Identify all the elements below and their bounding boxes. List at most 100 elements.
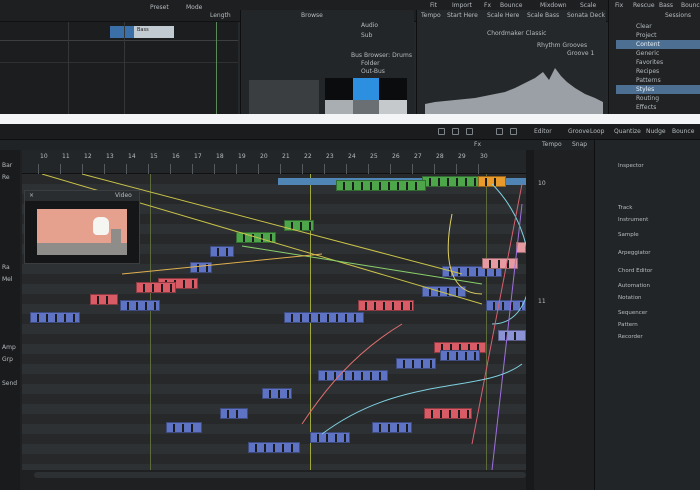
top-tab-sessions[interactable]: Sessions	[665, 12, 691, 20]
ruler-tick-label: 13	[106, 153, 114, 160]
wave-header-scale-bass[interactable]: Scale Bass	[527, 12, 559, 20]
sidebar-item-generic[interactable]: Generic	[616, 49, 700, 58]
subtoolbar-snap[interactable]: Snap	[572, 141, 587, 149]
inspector-item[interactable]: Instrument	[596, 216, 700, 225]
subtoolbar-fx[interactable]: Fx	[474, 141, 481, 149]
header-item-import[interactable]: Import	[452, 2, 472, 10]
toolbar-groove[interactable]: Groove	[568, 128, 590, 136]
header-item-bounce[interactable]: Bounce	[500, 2, 522, 10]
left-strip-mel[interactable]: Mel	[2, 276, 13, 284]
top-control-length[interactable]: Length	[210, 12, 231, 20]
toolbar-nudge[interactable]: Nudge	[646, 128, 666, 136]
header-item-fx[interactable]: Fx	[484, 2, 491, 10]
ruler-tick	[346, 164, 347, 174]
left-strip-grp[interactable]: Grp	[2, 356, 13, 364]
inspector-item[interactable]: Pattern	[596, 321, 700, 330]
toolbar-quantize[interactable]: Quantize	[614, 128, 641, 136]
pad-thumb[interactable]	[379, 100, 407, 114]
ruler-tick-label: 28	[436, 153, 444, 160]
ruler-tick-label: 24	[348, 153, 356, 160]
header-item-fit[interactable]: Fit	[430, 2, 437, 10]
left-strip-ra[interactable]: Ra	[2, 264, 10, 272]
ruler-tick-label: 27	[414, 153, 422, 160]
wave-sub-rhythm[interactable]: Rhythm Grooves	[537, 42, 587, 50]
inspector-item[interactable]: Chord Editor	[596, 267, 700, 276]
sidebar-item-routing[interactable]: Routing	[616, 94, 700, 103]
left-strip-send[interactable]: Send	[2, 380, 17, 388]
inspector-item[interactable]: Recorder	[596, 333, 700, 342]
sidebar-item-patterns[interactable]: Patterns	[616, 76, 700, 85]
wave-header-tempo[interactable]: Tempo	[421, 12, 441, 20]
top-tab-bass[interactable]: Bass	[659, 2, 673, 10]
inspector-item[interactable]: Sequencer	[596, 309, 700, 318]
browser-item-bus[interactable]: Bus Browser: Drums	[351, 52, 412, 60]
header-item-mixdown[interactable]: Mixdown	[540, 2, 567, 10]
inspector-item[interactable]: Inspector	[596, 162, 700, 171]
subtoolbar-tempo[interactable]: Tempo	[542, 141, 562, 149]
video-titlebar[interactable]: Video ×	[25, 191, 139, 201]
wave-header-deck[interactable]: Sonata Deck	[567, 12, 605, 20]
top-tab-fix[interactable]: Fix	[615, 2, 623, 10]
pad-thumb[interactable]	[353, 100, 379, 114]
left-strip-amp[interactable]: Amp	[2, 344, 16, 352]
close-icon[interactable]: ×	[29, 192, 34, 200]
arrange-scroll-v[interactable]	[526, 150, 534, 490]
ruler-tick	[170, 164, 171, 174]
sidebar-item-project[interactable]: Project	[616, 31, 700, 40]
video-frame	[37, 209, 127, 255]
browser-item-sub[interactable]: Sub	[361, 32, 372, 40]
wave-sub-chordmaker[interactable]: Chordmaker Classic	[487, 30, 546, 38]
ruler-tick-label: 11	[62, 153, 70, 160]
automation-curve	[491, 203, 523, 470]
pad-thumb[interactable]	[325, 78, 353, 100]
top-tab-bounce[interactable]: Bounce	[681, 2, 700, 10]
sidebar-item-clear[interactable]: Clear	[616, 22, 700, 31]
top-control-mode[interactable]: Mode	[186, 4, 202, 12]
left-strip-re[interactable]: Re	[2, 174, 10, 182]
browser-item-audio[interactable]: Audio	[361, 22, 378, 30]
ruler-tick	[236, 164, 237, 174]
inspector-item[interactable]: Sample	[596, 231, 700, 240]
browser-item-outbus[interactable]: Out-Bus	[361, 68, 385, 76]
record-icon[interactable]	[452, 128, 459, 135]
left-strip-bar[interactable]: Bar	[2, 162, 12, 170]
sidebar-item-content[interactable]: Content	[616, 40, 700, 49]
wave-sub-groove[interactable]: Groove 1	[567, 50, 594, 58]
top-tab-rescue[interactable]: Rescue	[633, 2, 655, 10]
punch-icon[interactable]	[466, 128, 473, 135]
top-clip-bass[interactable]: Bass	[134, 26, 174, 38]
browser-item-folder[interactable]: Folder	[361, 60, 380, 68]
sidebar-item-styles[interactable]: Styles	[616, 85, 700, 94]
grid-line	[68, 22, 69, 114]
toolbar-editor[interactable]: Editor	[534, 128, 552, 136]
sidebar-item-favorites[interactable]: Favorites	[616, 58, 700, 67]
grid-icon[interactable]	[510, 128, 517, 135]
inspector-item[interactable]: Automation	[596, 282, 700, 291]
toolbar-bounce[interactable]: Bounce	[672, 128, 694, 136]
header-item-scale[interactable]: Scale	[580, 2, 596, 10]
loop-icon[interactable]	[496, 128, 503, 135]
wave-header-scale[interactable]: Scale Here	[487, 12, 519, 20]
timeline-ruler[interactable]: 10 11 12 13 14 15 16 17 18 19 20 21 22 23 24 25 26 27 28 29…	[22, 150, 526, 174]
sidebar-item-recipes[interactable]: Recipes	[616, 67, 700, 76]
fx-icon[interactable]	[438, 128, 445, 135]
ruler-tick	[148, 164, 149, 174]
sidebar-item-effects[interactable]: Effects	[616, 103, 700, 112]
toolbar-loop[interactable]: Loop	[590, 128, 604, 136]
video-preview-window[interactable]: Video ×	[24, 190, 140, 264]
pad-thumb[interactable]	[325, 100, 353, 114]
inspector-item[interactable]: Arpeggiator	[596, 249, 700, 258]
top-clip-drums[interactable]	[110, 26, 134, 38]
automation-curve	[321, 363, 523, 435]
ruler-tick-label: 26	[392, 153, 400, 160]
ruler-tick-label: 19	[238, 153, 246, 160]
ruler-tick	[104, 164, 105, 174]
inspector-item[interactable]: Notation	[596, 294, 700, 303]
horizontal-scrollbar[interactable]	[34, 472, 526, 478]
wave-header-start[interactable]: Start Here	[447, 12, 478, 20]
top-control-preset[interactable]: Preset	[150, 4, 169, 12]
pad-thumb[interactable]	[353, 78, 379, 100]
inspector-item[interactable]: Track	[596, 204, 700, 213]
pad-thumb[interactable]	[379, 78, 407, 100]
ruler-tick-label: 14	[128, 153, 136, 160]
